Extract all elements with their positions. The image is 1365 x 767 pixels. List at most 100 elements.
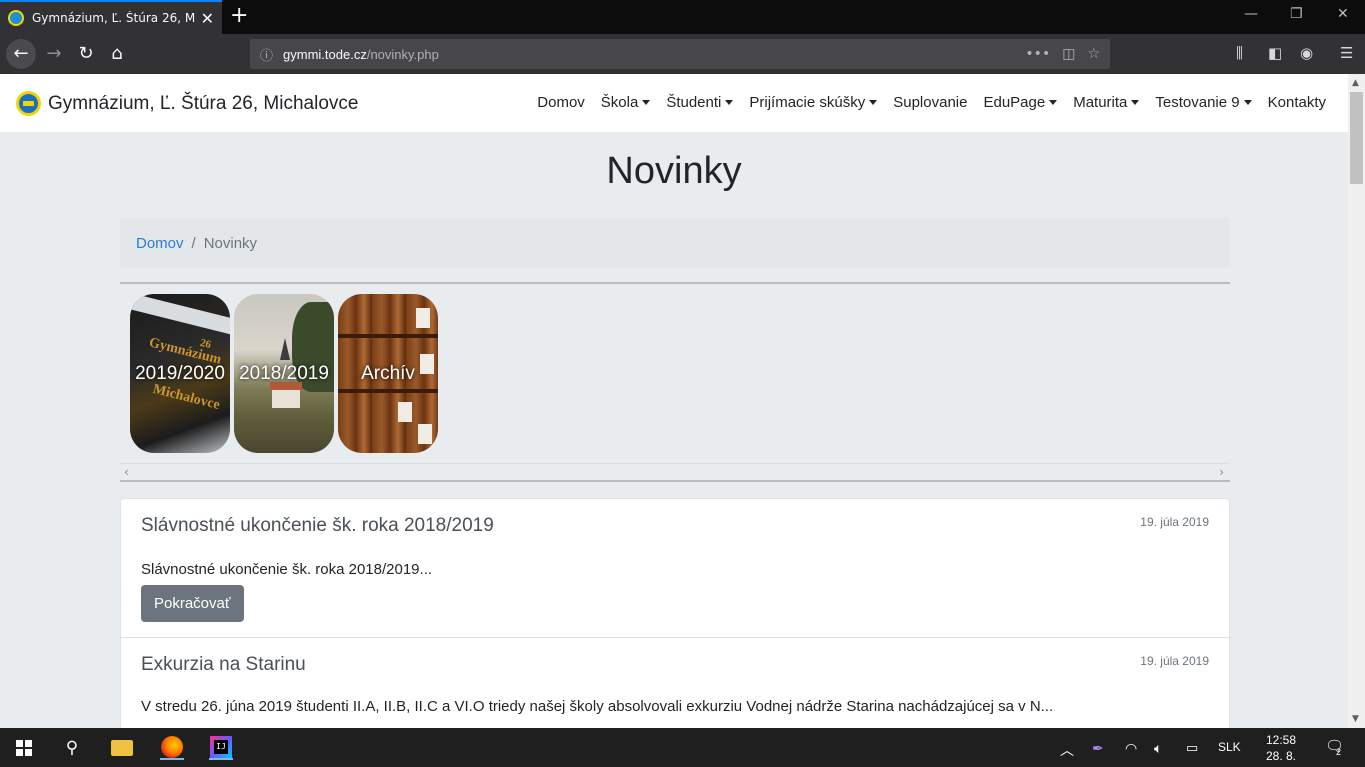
minimize-icon[interactable]: — <box>1244 6 1258 22</box>
breadcrumb-home-link[interactable]: Domov <box>136 235 184 252</box>
reload-icon[interactable]: ↻ <box>74 42 98 66</box>
menu-item-suplovanie[interactable]: Suplovanie <box>893 94 967 111</box>
divider <box>120 282 1230 284</box>
photo-detail <box>398 402 412 422</box>
browser-tabbar: Gymnázium, Ľ. Štúra 26, Michalovce ✕ + —… <box>0 0 1365 34</box>
forward-arrow-icon[interactable]: → <box>42 42 66 66</box>
news-title[interactable]: Slávnostné ukončenie šk. roka 2018/2019 <box>141 515 494 537</box>
news-list: Slávnostné ukončenie šk. roka 2018/2019 … <box>120 498 1230 728</box>
volume-icon[interactable]: 🔈︎ <box>1154 740 1162 757</box>
photo-detail <box>420 354 434 374</box>
vertical-scrollbar[interactable]: ▲ ▼ <box>1348 74 1365 728</box>
menu-item-studenti[interactable]: Študenti <box>666 94 734 111</box>
site-navbar: Gymnázium, Ľ. Štúra 26, Michalovce Domov… <box>0 74 1348 132</box>
menu-item-testovanie-9[interactable]: Testovanie 9 <box>1155 94 1252 111</box>
photo-detail <box>418 424 432 444</box>
pocket-icon[interactable]: ◫ <box>1062 46 1075 62</box>
taskbar-clock[interactable]: 12:58 28. 8. 2019 <box>1253 732 1309 767</box>
page-viewport: Gymnázium, Ľ. Štúra 26, Michalovce Domov… <box>0 74 1348 728</box>
home-icon[interactable]: ⌂ <box>105 42 129 66</box>
news-excerpt: Slávnostné ukončenie šk. roka 2018/2019.… <box>141 561 433 578</box>
photo-detail <box>130 294 230 341</box>
divider <box>120 480 1230 482</box>
site-info-icon[interactable]: ⓘ <box>260 45 273 64</box>
school-logo-icon <box>16 91 41 116</box>
firefox-icon[interactable] <box>160 736 184 760</box>
breadcrumb-separator: / <box>191 234 196 252</box>
menu-item-skola[interactable]: Škola <box>601 94 651 111</box>
window-close-icon[interactable]: ✕ <box>1337 6 1349 22</box>
news-date: 19. júla 2019 <box>1140 654 1209 668</box>
hamburger-menu-icon[interactable]: ☰ <box>1340 44 1353 62</box>
year-card-label: 2019/2020 <box>135 362 225 384</box>
new-tab-plus-icon[interactable]: + <box>230 5 248 27</box>
year-card-label: 2018/2019 <box>239 362 329 384</box>
year-card-archiv[interactable]: Archív <box>338 294 438 453</box>
year-card-2018-2019[interactable]: 2018/2019 <box>234 294 334 453</box>
restore-icon[interactable]: ❐ <box>1290 6 1303 22</box>
brand-title: Gymnázium, Ľ. Štúra 26, Michalovce <box>48 92 359 114</box>
photo-detail <box>338 334 438 338</box>
url-bar[interactable]: ⓘ gymmi.tode.cz/novinky.php ••• ◫ ☆ <box>250 39 1110 69</box>
photo-detail <box>338 389 438 393</box>
news-date: 19. júla 2019 <box>1140 515 1209 529</box>
clock-time: 12:58 <box>1265 733 1297 747</box>
breadcrumb-current: Novinky <box>203 234 258 252</box>
tray-chevron-up-icon[interactable]: ︿ <box>1060 740 1074 760</box>
news-item: Slávnostné ukončenie šk. roka 2018/2019 … <box>121 499 1229 638</box>
language-indicator[interactable]: SLK <box>1218 740 1241 754</box>
main-menu: Domov Škola Študenti Prijímacie skúšky S… <box>521 94 1326 111</box>
scroll-right-icon[interactable]: › <box>1219 465 1224 479</box>
photo-sign-number: 26 <box>198 336 213 352</box>
continue-button[interactable]: Pokračovať <box>141 585 244 622</box>
scroll-down-icon[interactable]: ▼ <box>1352 714 1359 724</box>
notifications-icon[interactable]: 🗨︎ <box>1325 737 1344 755</box>
back-arrow-icon[interactable]: ← <box>6 39 36 69</box>
browser-toolbar: ← → ↻ ⌂ ⓘ gymmi.tode.cz/novinky.php ••• … <box>0 34 1365 74</box>
url-text: gymmi.tode.cz/novinky.php <box>283 46 439 62</box>
tab-close-icon[interactable]: ✕ <box>201 9 214 28</box>
windows-start-icon[interactable] <box>16 740 32 756</box>
file-explorer-icon[interactable] <box>110 736 134 760</box>
caret-down-icon <box>1049 100 1058 105</box>
menu-item-maturita[interactable]: Maturita <box>1073 94 1140 111</box>
caret-down-icon <box>869 100 878 105</box>
sidebar-icon[interactable]: ◧ <box>1268 44 1282 62</box>
page-actions-icon[interactable]: ••• <box>1025 46 1050 62</box>
menu-item-kontakty[interactable]: Kontakty <box>1268 94 1326 111</box>
caret-down-icon <box>642 100 651 105</box>
battery-icon[interactable]: ▭ <box>1186 740 1198 756</box>
tab-title: Gymnázium, Ľ. Štúra 26, Michalovce <box>32 11 195 25</box>
page-title: Novinky <box>606 150 742 192</box>
site-brand[interactable]: Gymnázium, Ľ. Štúra 26, Michalovce <box>16 91 358 116</box>
photo-sign-text: Michalovce <box>151 381 222 414</box>
windows-taskbar: ⚲ IJ ︿ ✒ ◠ 🔈︎ ▭ SLK 12:58 28. 8. 2019 🗨︎… <box>0 728 1365 767</box>
photo-detail <box>280 338 290 360</box>
caret-down-icon <box>1243 100 1252 105</box>
search-icon[interactable]: ⚲ <box>60 736 84 760</box>
bookmark-star-icon[interactable]: ☆ <box>1087 46 1100 62</box>
menu-item-domov[interactable]: Domov <box>537 94 585 111</box>
intellij-icon[interactable]: IJ <box>209 736 233 760</box>
year-card-2019-2020[interactable]: Gymnázium 26 Michalovce 2019/2020 <box>130 294 230 453</box>
scroll-thumb[interactable] <box>1350 92 1363 184</box>
news-item: Exkurzia na Starinu 19. júla 2019 V stre… <box>121 638 1229 728</box>
caret-down-icon <box>725 100 734 105</box>
account-icon[interactable]: ◉ <box>1300 44 1313 62</box>
library-icon[interactable]: ⫼ <box>1236 44 1243 62</box>
menu-item-prijimacie-skusky[interactable]: Prijímacie skúšky <box>749 94 878 111</box>
news-title[interactable]: Exkurzia na Starinu <box>141 654 306 676</box>
caret-down-icon <box>1131 100 1140 105</box>
year-card-label: Archív <box>361 362 415 384</box>
wifi-icon[interactable]: ◠ <box>1125 740 1137 757</box>
clock-date: 28. 8. 2019 <box>1265 749 1297 767</box>
horizontal-scrollbar[interactable]: ‹ › <box>120 463 1230 479</box>
feather-app-icon[interactable]: ✒ <box>1092 740 1104 757</box>
menu-item-edupage[interactable]: EduPage <box>983 94 1058 111</box>
breadcrumb: Domov / Novinky <box>120 218 1230 268</box>
photo-detail <box>272 390 300 408</box>
scroll-left-icon[interactable]: ‹ <box>124 465 129 479</box>
scroll-up-icon[interactable]: ▲ <box>1352 78 1359 88</box>
notification-count: 2 <box>1336 747 1342 757</box>
browser-tab-active[interactable]: Gymnázium, Ľ. Štúra 26, Michalovce ✕ <box>0 0 222 34</box>
